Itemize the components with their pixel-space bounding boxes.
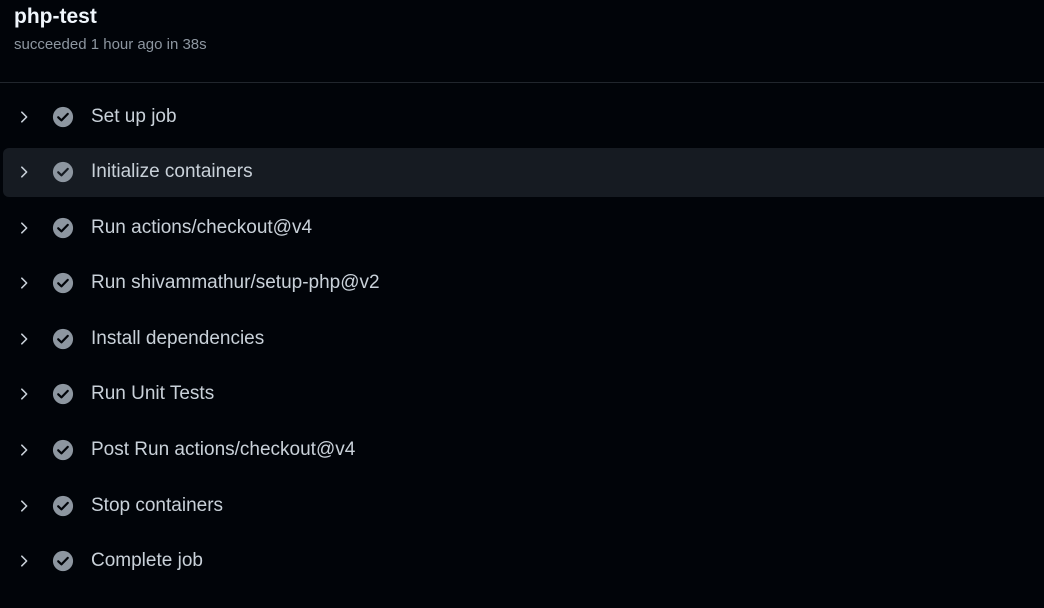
job-status: succeeded 1 hour ago in 38s xyxy=(14,36,207,53)
check-circle-icon xyxy=(52,273,74,294)
step-label: Stop containers xyxy=(91,494,224,516)
step-label: Run shivammathur/setup-php@v2 xyxy=(91,272,380,294)
step-label: Complete job xyxy=(91,550,203,572)
check-circle-icon xyxy=(52,551,74,572)
step-row[interactable]: Stop containers xyxy=(3,481,1044,530)
chevron-right-icon[interactable] xyxy=(17,332,31,346)
check-circle-icon xyxy=(52,106,74,127)
step-row[interactable]: Run actions/checkout@v4 xyxy=(3,203,1044,252)
step-label: Initialize containers xyxy=(91,161,253,183)
chevron-right-icon[interactable] xyxy=(17,387,31,401)
job-title: php-test xyxy=(14,5,97,28)
chevron-right-icon[interactable] xyxy=(17,499,31,513)
step-label: Post Run actions/checkout@v4 xyxy=(91,439,356,461)
step-row[interactable]: Post Run actions/checkout@v4 xyxy=(3,426,1044,475)
chevron-right-icon[interactable] xyxy=(17,276,31,290)
step-row[interactable]: Run shivammathur/setup-php@v2 xyxy=(3,259,1044,308)
step-row[interactable]: Initialize containers xyxy=(3,147,1044,197)
step-label: Run Unit Tests xyxy=(91,383,215,405)
check-circle-icon xyxy=(52,384,74,405)
step-label: Install dependencies xyxy=(91,327,265,349)
step-row[interactable]: Install dependencies xyxy=(3,314,1044,363)
check-circle-icon xyxy=(52,162,74,183)
chevron-right-icon[interactable] xyxy=(17,443,31,457)
chevron-right-icon[interactable] xyxy=(17,554,31,568)
chevron-right-icon[interactable] xyxy=(17,165,31,179)
check-circle-icon xyxy=(52,495,74,516)
check-circle-icon xyxy=(52,217,74,238)
step-row[interactable]: Run Unit Tests xyxy=(3,370,1044,419)
job-header: php-test succeeded 1 hour ago in 38s xyxy=(0,0,1044,83)
check-circle-icon xyxy=(52,439,74,461)
step-row[interactable]: Complete job xyxy=(3,537,1044,586)
steps-list: Set up job Initialize containers Run act… xyxy=(0,83,1044,586)
check-circle-icon xyxy=(52,328,74,349)
chevron-right-icon[interactable] xyxy=(17,110,31,124)
chevron-right-icon[interactable] xyxy=(17,221,31,235)
step-label: Set up job xyxy=(91,105,177,127)
step-label: Run actions/checkout@v4 xyxy=(91,216,313,238)
step-row[interactable]: Set up job xyxy=(3,92,1044,141)
